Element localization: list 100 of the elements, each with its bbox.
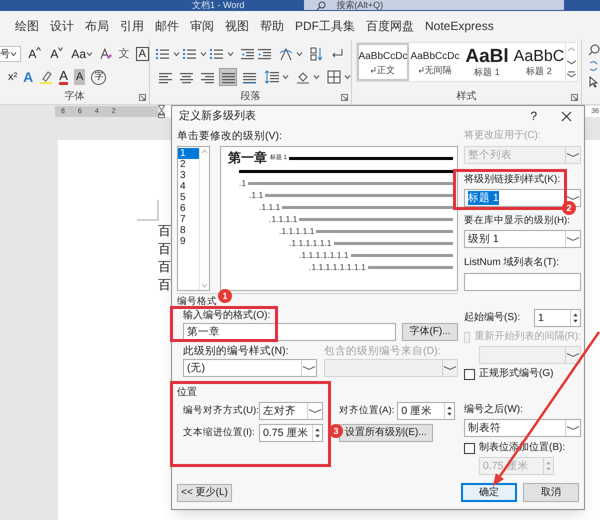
chevron-down-icon[interactable] [173,51,180,57]
borders-icon[interactable] [327,70,341,84]
spin-box[interactable]: 1 [534,309,581,327]
ribbon-tab[interactable]: 设计 [50,16,74,34]
style-card[interactable]: AaBbCcDc 正文 [357,43,409,81]
document-text: 百 [158,222,171,240]
style-card[interactable]: AaBbCcDc 无间隔 [409,43,461,81]
shrink-font-button[interactable]: A [48,47,66,61]
document-text: 百 [158,258,171,276]
dialog-launcher-icon[interactable] [139,94,146,101]
character-shading-button[interactable]: A [74,68,86,86]
return-mark-icon [418,67,424,73]
help-button[interactable]: ? [527,109,540,123]
spinner-arrows-icon [312,425,322,441]
input-field[interactable] [464,273,581,291]
ribbon-tab[interactable]: 帮助 [260,16,284,34]
preview-number: .1.1.1.1.1 [279,225,314,238]
set-all-levels-button[interactable]: 设置所有级别(E)... [339,424,433,442]
dialog-launcher-icon[interactable] [571,94,578,101]
list-item[interactable]: 2 [178,159,199,170]
align-center-icon [180,70,192,84]
caret-up-icon [36,47,42,51]
asian-layout-icon[interactable] [279,47,293,61]
less-button[interactable]: << 更少(L) [177,484,232,502]
selected-text: 标题 1 [468,191,499,205]
eraser-letter-icon[interactable] [99,47,113,61]
spin-box[interactable]: 0.75 厘米 [259,424,323,442]
ribbon-tab[interactable]: 视图 [225,16,249,34]
ribbon-tab[interactable]: 审阅 [190,16,214,34]
character-border-button[interactable]: A [136,47,149,61]
font-color-button[interactable]: A [59,69,68,85]
dropdown[interactable]: 级别 1 [464,230,581,248]
ribbon-tab[interactable]: 绘图 [15,16,39,34]
align-justify-button[interactable] [219,68,237,86]
list-item[interactable]: 4 [178,181,199,192]
numbered-list-icon[interactable] [183,47,197,61]
style-card[interactable]: AaBl 标题 1 [461,43,513,81]
list-item[interactable]: 1 [178,148,199,159]
search-icon[interactable] [588,44,600,56]
style-name: 标题 1 [474,66,500,78]
chevron-down-icon[interactable] [282,74,289,80]
text-effects-button[interactable]: A [23,66,34,88]
cancel-button[interactable]: 取消 [523,483,579,502]
checkbox[interactable] [464,368,475,380]
highlighter-icon[interactable] [39,70,54,84]
paint-bucket-icon[interactable] [296,70,310,84]
dropdown[interactable]: 左对齐 [259,402,323,420]
ribbon-tab[interactable]: 布局 [85,16,109,34]
pointer-icon[interactable] [588,76,600,88]
list-item[interactable]: 7 [178,214,199,225]
search-field[interactable]: 搜索(Alt+Q) [304,0,564,10]
ribbon-tab[interactable]: 百度网盘 [366,16,414,34]
line-spacing-icon[interactable] [265,70,279,84]
preview-heading: 第一章 [228,151,267,165]
return-mark-icon [371,67,376,73]
list-item[interactable]: 8 [178,225,199,236]
list-item[interactable]: 9 [178,236,199,247]
spinner-arrows-icon [543,458,553,474]
ribbon-tab[interactable]: PDF工具集 [295,16,355,34]
style-preview: AaBbC [514,48,564,66]
font-size-field[interactable]: 号 [0,46,22,62]
chevron-down-icon[interactable] [344,74,351,80]
spin-box[interactable]: 0 厘米 [397,402,456,420]
sort-icon[interactable] [310,47,324,61]
chevron-down-icon[interactable] [200,51,207,57]
group-label: 样式 [456,91,476,103]
field-label: 输入编号的格式(O): [183,309,270,323]
dropdown[interactable]: (无) [183,359,317,377]
list-item[interactable]: 3 [178,170,199,181]
list-item[interactable]: 6 [178,203,199,214]
font-button[interactable]: 字体(F)... [402,323,458,341]
indent-marker-icon[interactable] [158,105,165,118]
list-item[interactable]: 5 [178,192,199,203]
dialog-title: 定义新多级列表 [179,109,256,123]
chevron-down-icon [565,420,580,436]
change-case-button[interactable]: Aa [70,45,94,63]
field-label: ListNum 域列表名(T): [464,256,560,270]
replace-icon[interactable] [588,60,600,72]
close-icon[interactable] [561,110,572,122]
ribbon-tab[interactable]: NoteExpress [425,16,494,34]
dropdown[interactable]: 制表符 [464,419,581,437]
multilevel-list-icon[interactable] [210,47,224,61]
chevron-down-icon[interactable] [313,74,320,80]
checkbox[interactable] [464,442,475,454]
bulleted-list-icon[interactable] [156,47,170,61]
chevron-down-icon[interactable] [296,51,303,57]
ok-button[interactable]: 确定 [461,483,517,502]
phonetic-guide-button[interactable]: 文 [118,46,131,62]
style-card[interactable]: AaBbC 标题 2 [513,43,565,81]
input-field[interactable]: 第一章 [183,323,396,341]
preview-number: .1.1.1.1.1.1.1 [299,249,349,262]
ribbon-tab[interactable]: 引用 [120,16,144,34]
ribbon-tab[interactable]: 邮件 [155,16,179,34]
grow-font-button[interactable]: A [26,47,44,61]
increase-indent-icon[interactable] [258,47,272,61]
decrease-indent-icon[interactable] [241,47,255,61]
superscript-button[interactable]: x² [8,68,18,86]
chevron-down-icon[interactable] [227,51,234,57]
dialog-launcher-icon[interactable] [341,94,348,101]
enclose-character-button[interactable]: 字 [91,70,106,84]
